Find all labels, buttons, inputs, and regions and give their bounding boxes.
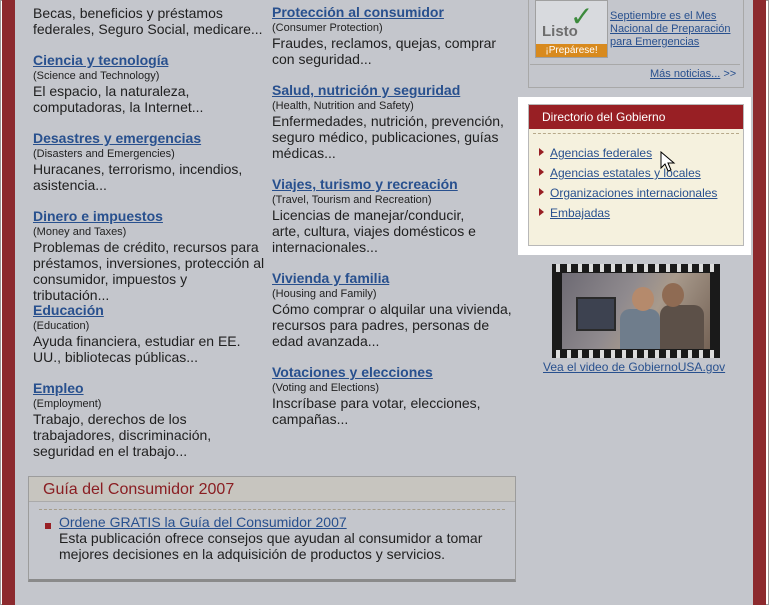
topic-money-desc: Problemas de crédito, recursos para prés… bbox=[33, 239, 265, 303]
directory-list: Agencias federales Agencias estatales y … bbox=[539, 145, 717, 225]
topic-housing-english: (Housing and Family) bbox=[272, 288, 377, 300]
more-news: Más noticias... >> bbox=[650, 68, 736, 80]
topic-disasters: Desastres y emergencias (Disasters and E… bbox=[33, 130, 253, 193]
topic-education-english: (Education) bbox=[33, 320, 90, 332]
mouse-cursor-icon bbox=[660, 151, 676, 172]
person-head bbox=[662, 283, 684, 307]
directory-link-state-local[interactable]: Agencias estatales y locales bbox=[550, 166, 701, 180]
video-still-image bbox=[562, 273, 710, 349]
topic-voting-desc: Inscríbase para votar, elecciones, campa… bbox=[272, 395, 481, 427]
topic-education-desc: Ayuda financiera, estudiar en EE. UU., b… bbox=[33, 333, 241, 365]
directory-item: Agencias federales bbox=[539, 145, 717, 165]
directory-divider bbox=[533, 133, 739, 134]
topic-money-english: (Money and Taxes) bbox=[33, 226, 127, 238]
right-border-bar bbox=[753, 0, 766, 605]
topic-science-desc: El espacio, la naturaleza, computadoras,… bbox=[33, 83, 204, 115]
topic-travel-link[interactable]: Viajes, turismo y recreación bbox=[272, 176, 488, 193]
topic-science-link[interactable]: Ciencia y tecnología bbox=[33, 52, 265, 69]
computer-monitor-image bbox=[576, 297, 616, 331]
topic-employment: Empleo (Employment) Trabajo, derechos de… bbox=[33, 380, 265, 459]
benefits-desc: Becas, beneficios y préstamos federales,… bbox=[33, 5, 263, 37]
film-strip-bottom bbox=[552, 350, 720, 358]
square-bullet-icon bbox=[45, 523, 51, 529]
topic-voting: Votaciones y elecciones (Voting and Elec… bbox=[272, 364, 504, 427]
topic-science-english: (Science and Technology) bbox=[33, 70, 160, 82]
topic-disasters-link[interactable]: Desastres y emergencias bbox=[33, 130, 253, 147]
topic-money-link[interactable]: Dinero e impuestos bbox=[33, 208, 265, 225]
news-link-preparedness[interactable]: Septiembre es el Mes Nacional de Prepara… bbox=[610, 10, 745, 49]
person-figure bbox=[620, 309, 660, 349]
consumer-guide-header: Guía del Consumidor 2007 bbox=[29, 477, 515, 502]
left-border-bar bbox=[2, 0, 15, 605]
triangle-bullet-icon bbox=[539, 188, 544, 196]
directory-item: Organizaciones internacionales bbox=[539, 185, 717, 205]
topic-health-desc: Enfermedades, nutrición, prevención, seg… bbox=[272, 113, 504, 161]
film-strip-top bbox=[552, 264, 720, 272]
more-news-link[interactable]: Más noticias... bbox=[650, 68, 720, 80]
consumer-guide-title: Guía del Consumidor 2007 bbox=[43, 481, 235, 498]
person-head bbox=[632, 287, 654, 311]
video-link[interactable]: Vea el video de GobiernoUSA.gov bbox=[543, 360, 725, 374]
news-divider bbox=[530, 64, 740, 65]
topic-health-link[interactable]: Salud, nutrición y seguridad bbox=[272, 82, 504, 99]
triangle-bullet-icon bbox=[539, 208, 544, 216]
person-figure bbox=[660, 305, 704, 349]
topic-education: Educación (Education) Ayuda financiera, … bbox=[33, 302, 265, 365]
topic-consumer-desc: Fraudes, reclamos, quejas, comprar con s… bbox=[272, 35, 497, 67]
topic-travel-desc: Licencias de manejar/conducir, arte, cul… bbox=[272, 207, 476, 255]
topic-education-link[interactable]: Educación bbox=[33, 302, 265, 319]
topic-voting-english: (Voting and Elections) bbox=[272, 382, 380, 394]
topic-travel: Viajes, turismo y recreación (Travel, To… bbox=[272, 176, 488, 255]
directory-title: Directorio del Gobierno bbox=[529, 105, 743, 129]
order-guide-link[interactable]: Ordene GRATIS la Guía del Consumidor 200… bbox=[59, 514, 347, 530]
listo-logo[interactable]: ✓ Listo ¡Prepárese! bbox=[535, 0, 608, 58]
triangle-bullet-icon bbox=[539, 148, 544, 156]
topic-employment-link[interactable]: Empleo bbox=[33, 380, 265, 397]
directory-link-international[interactable]: Organizaciones internacionales bbox=[550, 186, 717, 200]
directory-item: Embajadas bbox=[539, 205, 717, 225]
topic-consumer-link[interactable]: Protección al consumidor bbox=[272, 4, 512, 21]
topic-health: Salud, nutrición y seguridad (Health, Nu… bbox=[272, 82, 504, 161]
topic-housing-desc: Cómo comprar o alquilar una vivienda, re… bbox=[272, 301, 512, 349]
listo-badge: ¡Prepárese! bbox=[536, 44, 607, 57]
topic-travel-english: (Travel, Tourism and Recreation) bbox=[272, 194, 432, 206]
topic-employment-desc: Trabajo, derechos de los trabajadores, d… bbox=[33, 411, 212, 459]
consumer-guide-divider bbox=[39, 509, 505, 510]
directory-link-federal[interactable]: Agencias federales bbox=[550, 146, 652, 160]
topic-money: Dinero e impuestos (Money and Taxes) Pro… bbox=[33, 208, 265, 303]
topic-voting-link[interactable]: Votaciones y elecciones bbox=[272, 364, 504, 381]
more-news-arrow: >> bbox=[723, 68, 737, 80]
topic-disasters-english: (Disasters and Emergencies) bbox=[33, 148, 175, 160]
directory-item: Agencias estatales y locales bbox=[539, 165, 717, 185]
government-directory: Directorio del Gobierno Agencias federal… bbox=[528, 104, 744, 246]
topic-employment-english: (Employment) bbox=[33, 398, 102, 410]
topic-housing-link[interactable]: Vivienda y familia bbox=[272, 270, 512, 287]
video-thumbnail[interactable] bbox=[552, 264, 720, 358]
topic-consumer: Protección al consumidor (Consumer Prote… bbox=[272, 4, 512, 67]
topic-consumer-english: (Consumer Protection) bbox=[272, 22, 383, 34]
topic-disasters-desc: Huracanes, terrorismo, incendios, asiste… bbox=[33, 161, 243, 193]
consumer-guide-desc: Esta publicación ofrece consejos que ayu… bbox=[59, 530, 483, 562]
consumer-guide-box: Guía del Consumidor 2007 Ordene GRATIS l… bbox=[28, 476, 516, 582]
topic-science: Ciencia y tecnología (Science and Techno… bbox=[33, 52, 265, 115]
triangle-bullet-icon bbox=[539, 168, 544, 176]
listo-label: Listo bbox=[542, 23, 578, 40]
topic-housing: Vivienda y familia (Housing and Family) … bbox=[272, 270, 512, 349]
topic-health-english: (Health, Nutrition and Safety) bbox=[272, 100, 414, 112]
directory-link-embassies[interactable]: Embajadas bbox=[550, 206, 610, 220]
